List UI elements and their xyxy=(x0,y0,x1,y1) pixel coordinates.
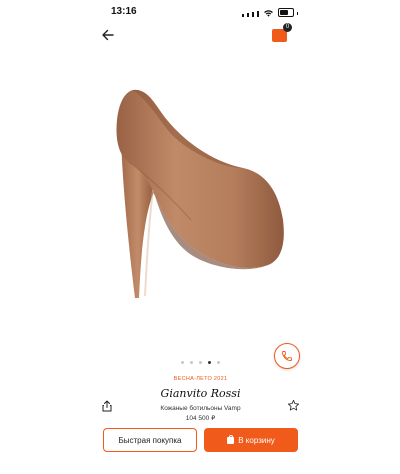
cart-count-badge: 0 xyxy=(283,23,292,32)
wifi-icon xyxy=(264,10,273,17)
product-price: 104 500 ₽ xyxy=(185,415,216,422)
gallery-dot[interactable] xyxy=(217,361,220,364)
gallery-pagination xyxy=(93,361,308,364)
signal-bar xyxy=(252,12,254,17)
gallery-dot-active[interactable] xyxy=(208,361,211,364)
ankle-boot-image xyxy=(116,89,284,298)
gallery-dot[interactable] xyxy=(199,361,202,364)
gallery-dot[interactable] xyxy=(181,361,184,364)
gallery-dot[interactable] xyxy=(190,361,193,364)
signal-bar xyxy=(257,11,259,17)
add-to-cart-button[interactable]: В корзину xyxy=(204,428,298,452)
battery-icon xyxy=(278,8,294,17)
product-name: Кожаные ботильоны Vamp xyxy=(160,405,241,412)
quick-buy-button[interactable]: Быстрая покупка xyxy=(103,428,197,452)
brand-name[interactable]: Gianvito Rossi xyxy=(93,387,308,400)
product-image[interactable] xyxy=(93,50,308,355)
season-label: ВЕСНА-ЛЕТО 2021 xyxy=(173,376,228,382)
status-time: 13:16 xyxy=(111,6,137,17)
signal-bar xyxy=(242,14,244,17)
product-screen: 13:16 0 ВЕСНА-ЛЕТО 2021 Gianvito Rossi К… xyxy=(93,0,308,474)
status-icons xyxy=(242,8,298,17)
status-bar: 13:16 xyxy=(93,0,308,22)
add-to-cart-label: В корзину xyxy=(238,435,275,445)
call-button[interactable] xyxy=(274,343,300,369)
bag-icon xyxy=(227,434,235,444)
back-arrow-icon[interactable] xyxy=(101,28,115,42)
cart-button[interactable]: 0 xyxy=(272,23,292,43)
signal-bar xyxy=(247,13,249,17)
battery-tip xyxy=(297,12,298,15)
